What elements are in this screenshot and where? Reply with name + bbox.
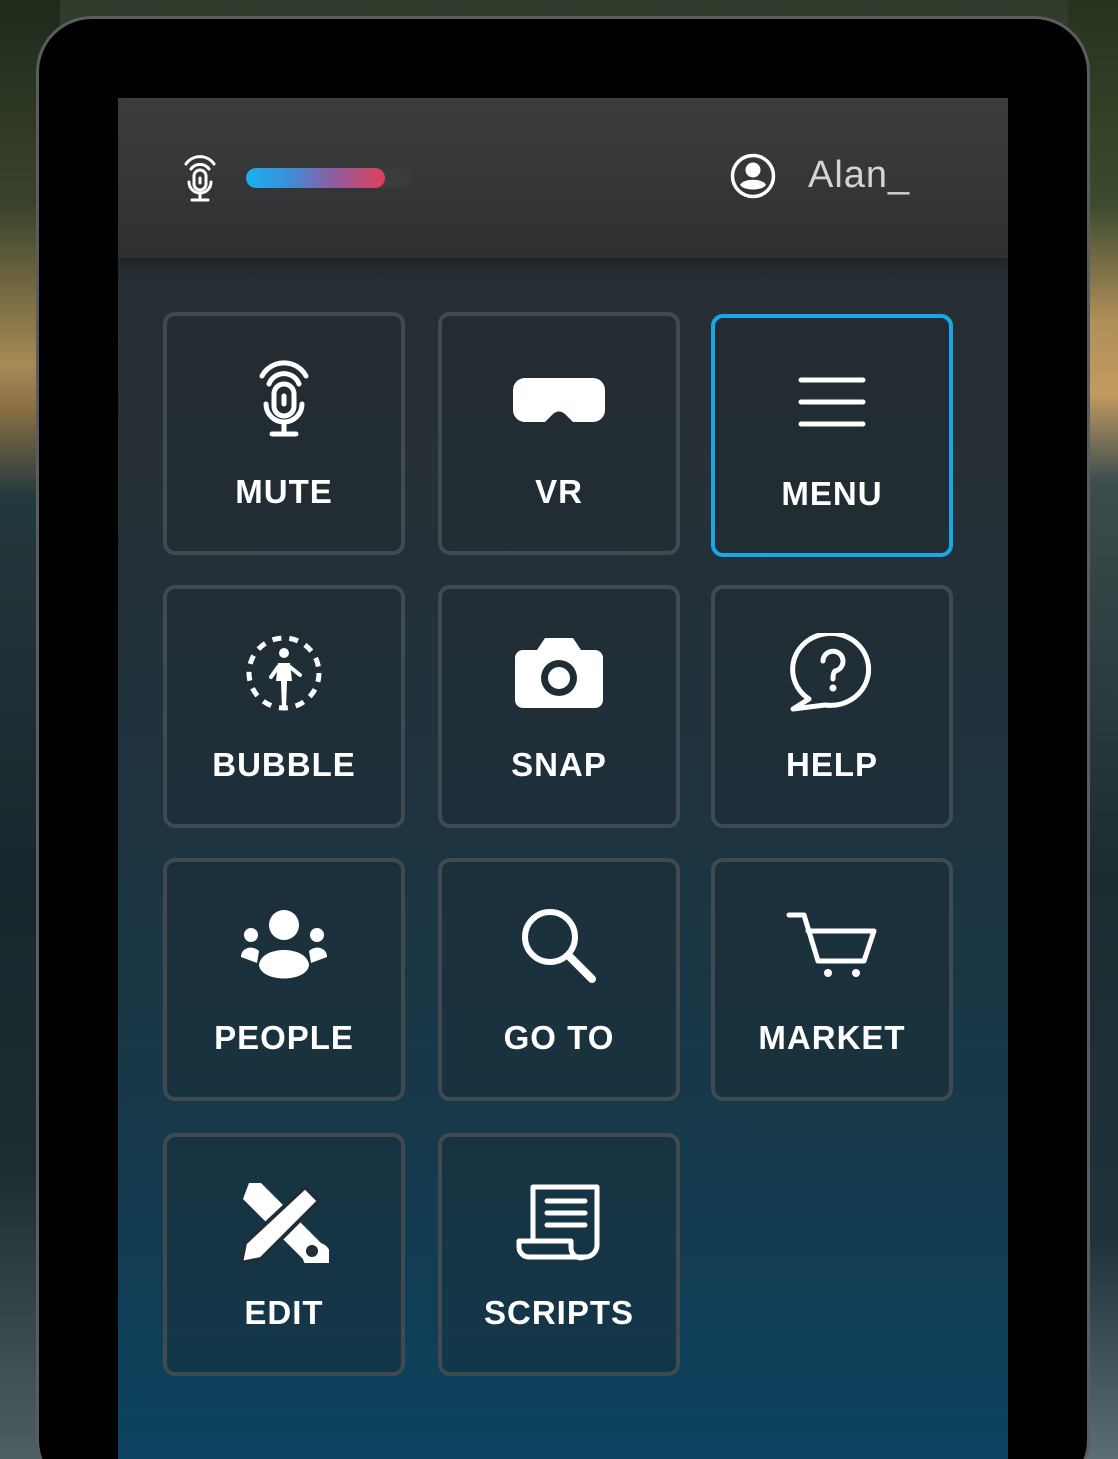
tablet-screen: Alan_ MUTE VR MENU BUBBLE SNAP HELP PEOP…	[118, 98, 1008, 1459]
market-label: MARKET	[758, 1019, 906, 1056]
username[interactable]: Alan_	[808, 154, 910, 197]
go-to-button[interactable]: GO TO	[438, 858, 680, 1101]
snap-button[interactable]: SNAP	[438, 585, 680, 828]
bubble-person-icon	[167, 625, 401, 721]
vr-headset-icon	[442, 352, 676, 448]
hamburger-menu-icon	[715, 354, 949, 450]
help-label: HELP	[785, 746, 878, 783]
audio-level-fill	[246, 168, 386, 188]
vr-button[interactable]: VR	[438, 312, 680, 555]
question-bubble-icon	[715, 625, 949, 721]
shopping-cart-icon	[715, 898, 949, 994]
script-scroll-icon	[442, 1173, 676, 1269]
scripts-button[interactable]: SCRIPTS	[438, 1133, 680, 1376]
vr-label: VR	[535, 473, 583, 510]
help-button[interactable]: HELP	[711, 585, 953, 828]
menu-button[interactable]: MENU	[711, 314, 953, 557]
go-to-label: GO TO	[503, 1019, 615, 1056]
edit-label: EDIT	[244, 1294, 324, 1331]
microphone-icon	[167, 352, 401, 448]
bubble-label: BUBBLE	[212, 746, 356, 783]
people-label: PEOPLE	[214, 1019, 354, 1056]
mute-button[interactable]: MUTE	[163, 312, 405, 555]
bubble-button[interactable]: BUBBLE	[163, 585, 405, 828]
audio-level-meter	[246, 168, 412, 188]
microphone-signal-icon[interactable]	[180, 150, 220, 206]
user-avatar-icon[interactable]	[729, 152, 777, 200]
people-button[interactable]: PEOPLE	[163, 858, 405, 1101]
top-bar: Alan_	[118, 98, 1008, 258]
menu-label: MENU	[781, 475, 883, 512]
snap-label: SNAP	[511, 746, 607, 783]
camera-icon	[442, 625, 676, 721]
pencil-wrench-icon	[167, 1173, 401, 1269]
market-button[interactable]: MARKET	[711, 858, 953, 1101]
scripts-label: SCRIPTS	[483, 1294, 635, 1331]
mute-label: MUTE	[235, 473, 333, 510]
people-group-icon	[167, 898, 401, 994]
search-icon	[442, 898, 676, 994]
edit-button[interactable]: EDIT	[163, 1133, 405, 1376]
